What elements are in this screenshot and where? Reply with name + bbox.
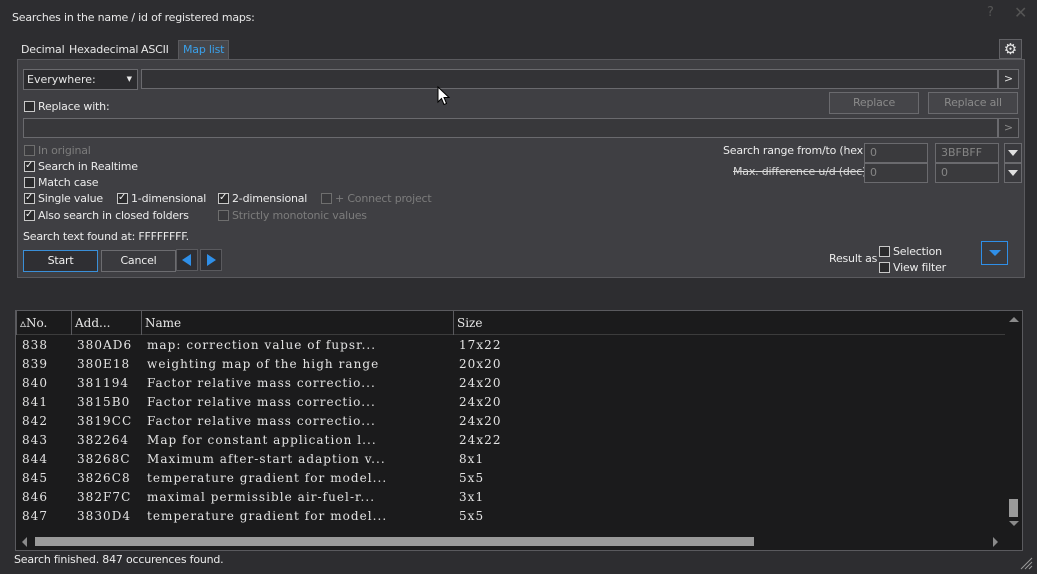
range-to-input[interactable]: 3BFBFF bbox=[935, 143, 999, 163]
single-value-checkbox[interactable]: Single value bbox=[24, 191, 103, 206]
checkbox-box bbox=[24, 101, 35, 112]
connect-project-checkbox[interactable]: + Connect project bbox=[321, 192, 432, 206]
search-panel: Everywhere: ▼ > Replace with: Replace Re… bbox=[17, 59, 1025, 278]
max-diff-down-input[interactable]: 0 bbox=[935, 163, 999, 183]
checkbox-box bbox=[879, 262, 890, 273]
column-header-size[interactable]: Size bbox=[453, 311, 1006, 335]
table-row[interactable]: 844 38268C Maximum after-start adaption v.… bbox=[16, 450, 1006, 469]
close-button[interactable]: ✕ bbox=[1014, 3, 1027, 22]
max-diff-dropdown-button[interactable] bbox=[1004, 163, 1022, 183]
checkbox-box bbox=[24, 208, 35, 222]
tab-map-list[interactable]: Map list bbox=[178, 40, 230, 59]
one-dimensional-checkbox[interactable]: 1-dimensional bbox=[117, 191, 206, 206]
cancel-button[interactable]: Cancel bbox=[101, 250, 176, 272]
replace-input[interactable] bbox=[23, 118, 998, 138]
found-at-text: Search text found at: FFFFFFFF. bbox=[23, 230, 189, 243]
scope-select[interactable]: Everywhere: ▼ bbox=[23, 69, 138, 90]
status-text: Search finished. 847 occurences found. bbox=[14, 553, 224, 566]
horizontal-scroll-thumb[interactable] bbox=[35, 537, 754, 546]
replace-button[interactable]: Replace bbox=[829, 92, 919, 114]
range-dropdown-button[interactable] bbox=[1004, 143, 1022, 163]
resize-grip-icon[interactable] bbox=[1019, 556, 1033, 570]
table-row[interactable]: 847 3830D4 temperature gradient for model.… bbox=[16, 507, 1006, 526]
results-table[interactable]: ▵No. Add... Name Size 838 380AD6 map: corr… bbox=[15, 310, 1023, 551]
tab-hexadecimal[interactable]: Hexadecimal bbox=[69, 40, 138, 59]
checkbox-box bbox=[24, 191, 35, 205]
closed-folders-checkbox[interactable]: Also search in closed folders bbox=[24, 208, 189, 223]
column-header-no[interactable]: ▵No. bbox=[16, 311, 72, 335]
replace-all-button[interactable]: Replace all bbox=[928, 92, 1018, 114]
match-case-checkbox[interactable]: Match case bbox=[24, 176, 99, 190]
scroll-right-icon[interactable] bbox=[993, 537, 998, 547]
search-input[interactable] bbox=[141, 69, 998, 89]
max-diff-up-input[interactable]: 0 bbox=[864, 163, 928, 183]
tab-ascii[interactable]: ASCII bbox=[141, 40, 169, 59]
vertical-scrollbar[interactable] bbox=[1005, 311, 1022, 532]
search-go-button[interactable]: > bbox=[998, 69, 1019, 89]
result-view-filter-checkbox[interactable]: View filter bbox=[879, 261, 946, 275]
chevron-down-icon: ▼ bbox=[126, 75, 132, 83]
start-button[interactable]: Start bbox=[23, 250, 98, 272]
search-realtime-checkbox[interactable]: Search in Realtime bbox=[24, 159, 138, 174]
checkbox-box bbox=[218, 210, 229, 221]
replace-with-label: Replace with: bbox=[38, 100, 110, 113]
result-as-label: Result as bbox=[829, 252, 878, 265]
table-row[interactable]: 838 380AD6 map: correction value of fupsr.… bbox=[16, 336, 1006, 355]
gear-icon: ⚙ bbox=[1003, 40, 1018, 58]
table-row[interactable]: 843 382264 Map for constant application l.… bbox=[16, 431, 1006, 450]
checkbox-box bbox=[218, 191, 229, 205]
table-row[interactable]: 845 3826C8 temperature gradient for model.… bbox=[16, 469, 1006, 488]
checkbox-box bbox=[321, 193, 332, 204]
table-row[interactable]: 842 3819CC Factor relative mass correctio.… bbox=[16, 412, 1006, 431]
scroll-up-icon[interactable] bbox=[1009, 317, 1019, 322]
in-original-checkbox[interactable]: In original bbox=[24, 144, 91, 158]
scroll-down-icon[interactable] bbox=[1009, 521, 1019, 526]
help-button[interactable]: ? bbox=[987, 5, 994, 20]
scroll-left-icon[interactable] bbox=[22, 537, 27, 547]
table-row[interactable]: 840 381194 Factor relative mass correctio.… bbox=[16, 374, 1006, 393]
replace-with-checkbox[interactable]: Replace with: bbox=[24, 100, 110, 114]
title-bar: Searches in the name / id of registered … bbox=[0, 0, 1037, 31]
replace-go-button[interactable]: > bbox=[998, 118, 1019, 138]
checkbox-box bbox=[24, 159, 35, 173]
horizontal-scrollbar[interactable] bbox=[16, 533, 1022, 550]
previous-result-button[interactable] bbox=[176, 249, 198, 271]
result-selection-checkbox[interactable]: Selection bbox=[879, 245, 942, 259]
checkbox-box bbox=[117, 191, 128, 205]
mouse-cursor-icon bbox=[437, 86, 450, 106]
scope-select-value: Everywhere: bbox=[27, 73, 96, 86]
window-title: Searches in the name / id of registered … bbox=[12, 11, 255, 24]
table-row[interactable]: 841 3815B0 Factor relative mass correctio.… bbox=[16, 393, 1006, 412]
search-range-label: Search range from/to (hex) bbox=[723, 144, 868, 157]
two-dimensional-checkbox[interactable]: 2-dimensional bbox=[218, 191, 307, 206]
column-header-name[interactable]: Name bbox=[141, 311, 454, 335]
next-result-button[interactable] bbox=[200, 249, 222, 271]
strictly-monotonic-checkbox[interactable]: Strictly monotonic values bbox=[218, 209, 367, 223]
max-difference-label: Max. difference u/d (dec) bbox=[733, 165, 867, 178]
table-row[interactable]: 839 380E18 weighting map of the high range… bbox=[16, 355, 1006, 374]
checkbox-box bbox=[24, 177, 35, 188]
checkbox-box bbox=[24, 145, 35, 156]
table-header: ▵No. Add... Name Size bbox=[16, 311, 1006, 335]
range-from-input[interactable]: 0 bbox=[864, 143, 928, 163]
tab-decimal[interactable]: Decimal bbox=[21, 40, 65, 59]
column-header-address[interactable]: Add... bbox=[71, 311, 142, 335]
settings-button[interactable]: ⚙ bbox=[999, 39, 1022, 59]
result-dropdown-button[interactable] bbox=[981, 241, 1008, 265]
vertical-scroll-thumb[interactable] bbox=[1009, 499, 1018, 517]
table-row[interactable]: 846 382F7C maximal permissible air-fuel-r.… bbox=[16, 488, 1006, 507]
checkbox-box bbox=[879, 246, 890, 257]
